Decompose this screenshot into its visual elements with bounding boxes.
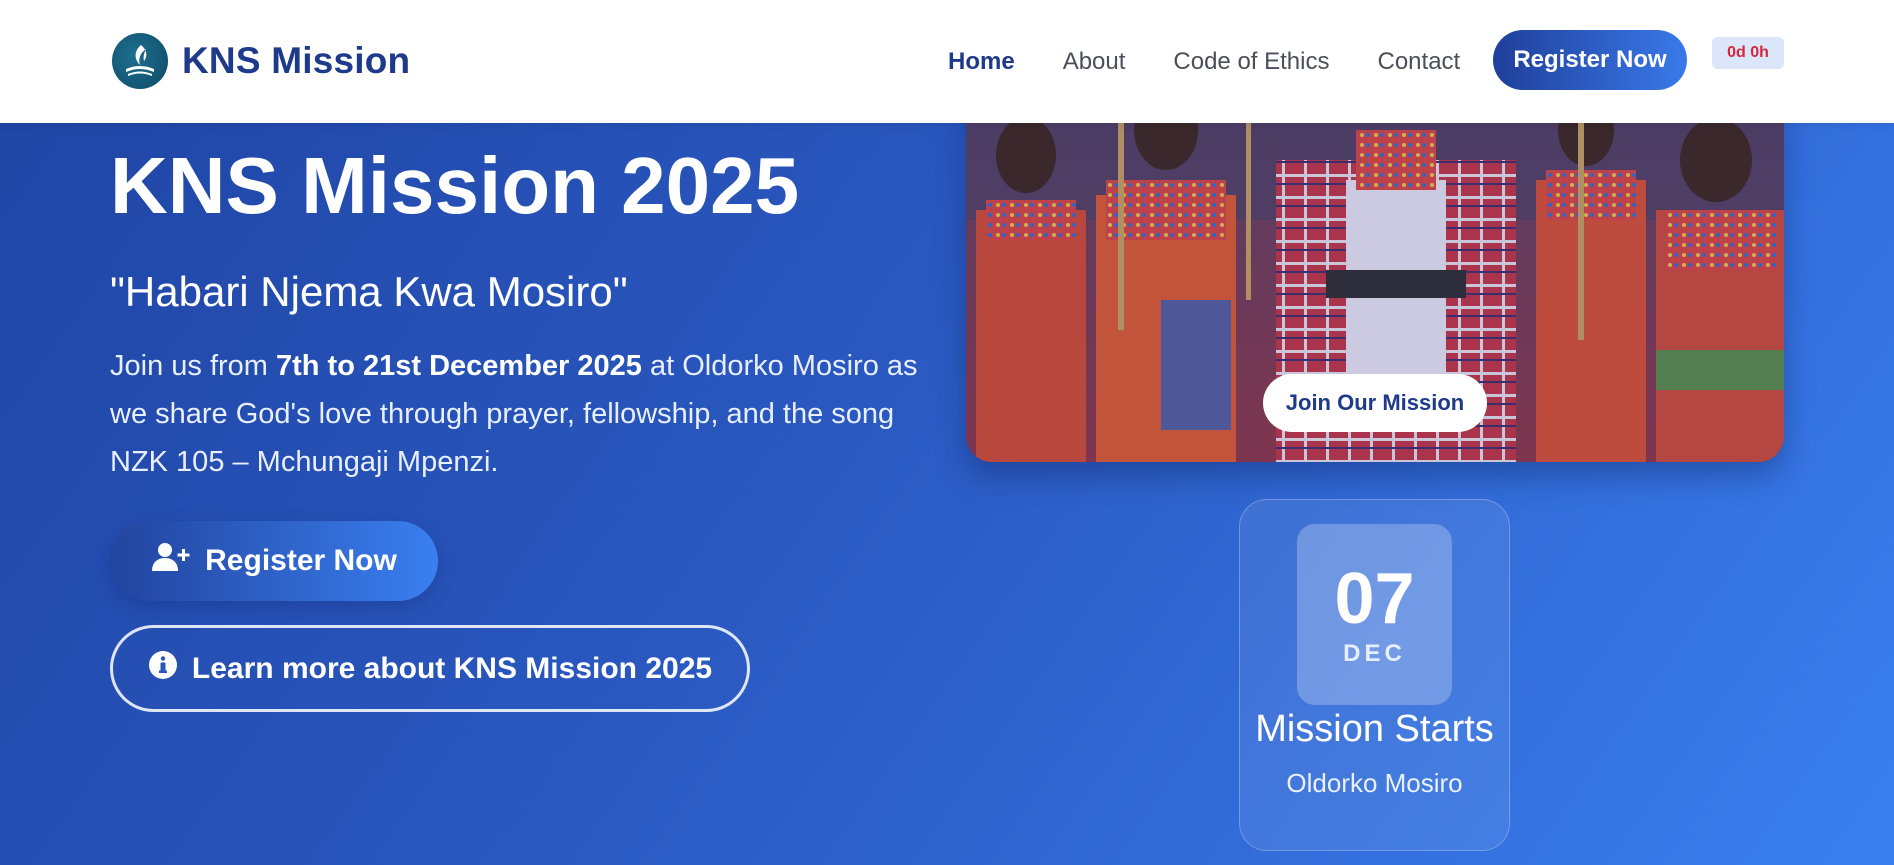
- hero-register-label: Register Now: [205, 544, 397, 577]
- nav-link-home[interactable]: Home: [948, 48, 1015, 76]
- hero-title: KNS Mission 2025: [110, 141, 800, 230]
- brand-link[interactable]: KNS Mission: [112, 33, 410, 89]
- nav-link-about[interactable]: About: [1063, 48, 1126, 76]
- nav-links: Home About Code of Ethics Contact: [948, 48, 1508, 76]
- hero-tagline: "Habari Njema Kwa Mosiro": [110, 268, 628, 315]
- user-plus-icon: [151, 541, 191, 581]
- brand-name: KNS Mission: [182, 40, 411, 81]
- nav-link-contact[interactable]: Contact: [1378, 48, 1461, 76]
- date-month: DEC: [1343, 640, 1406, 667]
- join-mission-button[interactable]: Join Our Mission: [1263, 374, 1487, 432]
- date-card-place: Oldorko Mosiro: [1286, 768, 1463, 798]
- hero-register-button[interactable]: Register Now: [110, 521, 438, 601]
- date-day: 07: [1334, 559, 1415, 639]
- learn-more-label: Learn more about KNS Mission 2025: [191, 651, 713, 685]
- navbar: KNS Mission Home About Code of Ethics Co…: [0, 0, 1894, 123]
- nav-link-code-of-ethics[interactable]: Code of Ethics: [1173, 48, 1329, 76]
- info-circle-icon: [148, 650, 178, 688]
- sda-logo-icon: [112, 33, 168, 89]
- date-card-title: Mission Starts: [1255, 708, 1494, 750]
- learn-more-button[interactable]: Learn more about KNS Mission 2025: [110, 625, 750, 712]
- countdown-badge: 0d 0h: [1712, 37, 1784, 69]
- hero-description-prefix: Join us from: [110, 350, 276, 382]
- hero-description-dates: 7th to 21st December 2025: [276, 350, 642, 382]
- nav-register-button[interactable]: Register Now: [1493, 30, 1687, 90]
- hero-description: Join us from 7th to 21st December 2025 a…: [110, 342, 920, 486]
